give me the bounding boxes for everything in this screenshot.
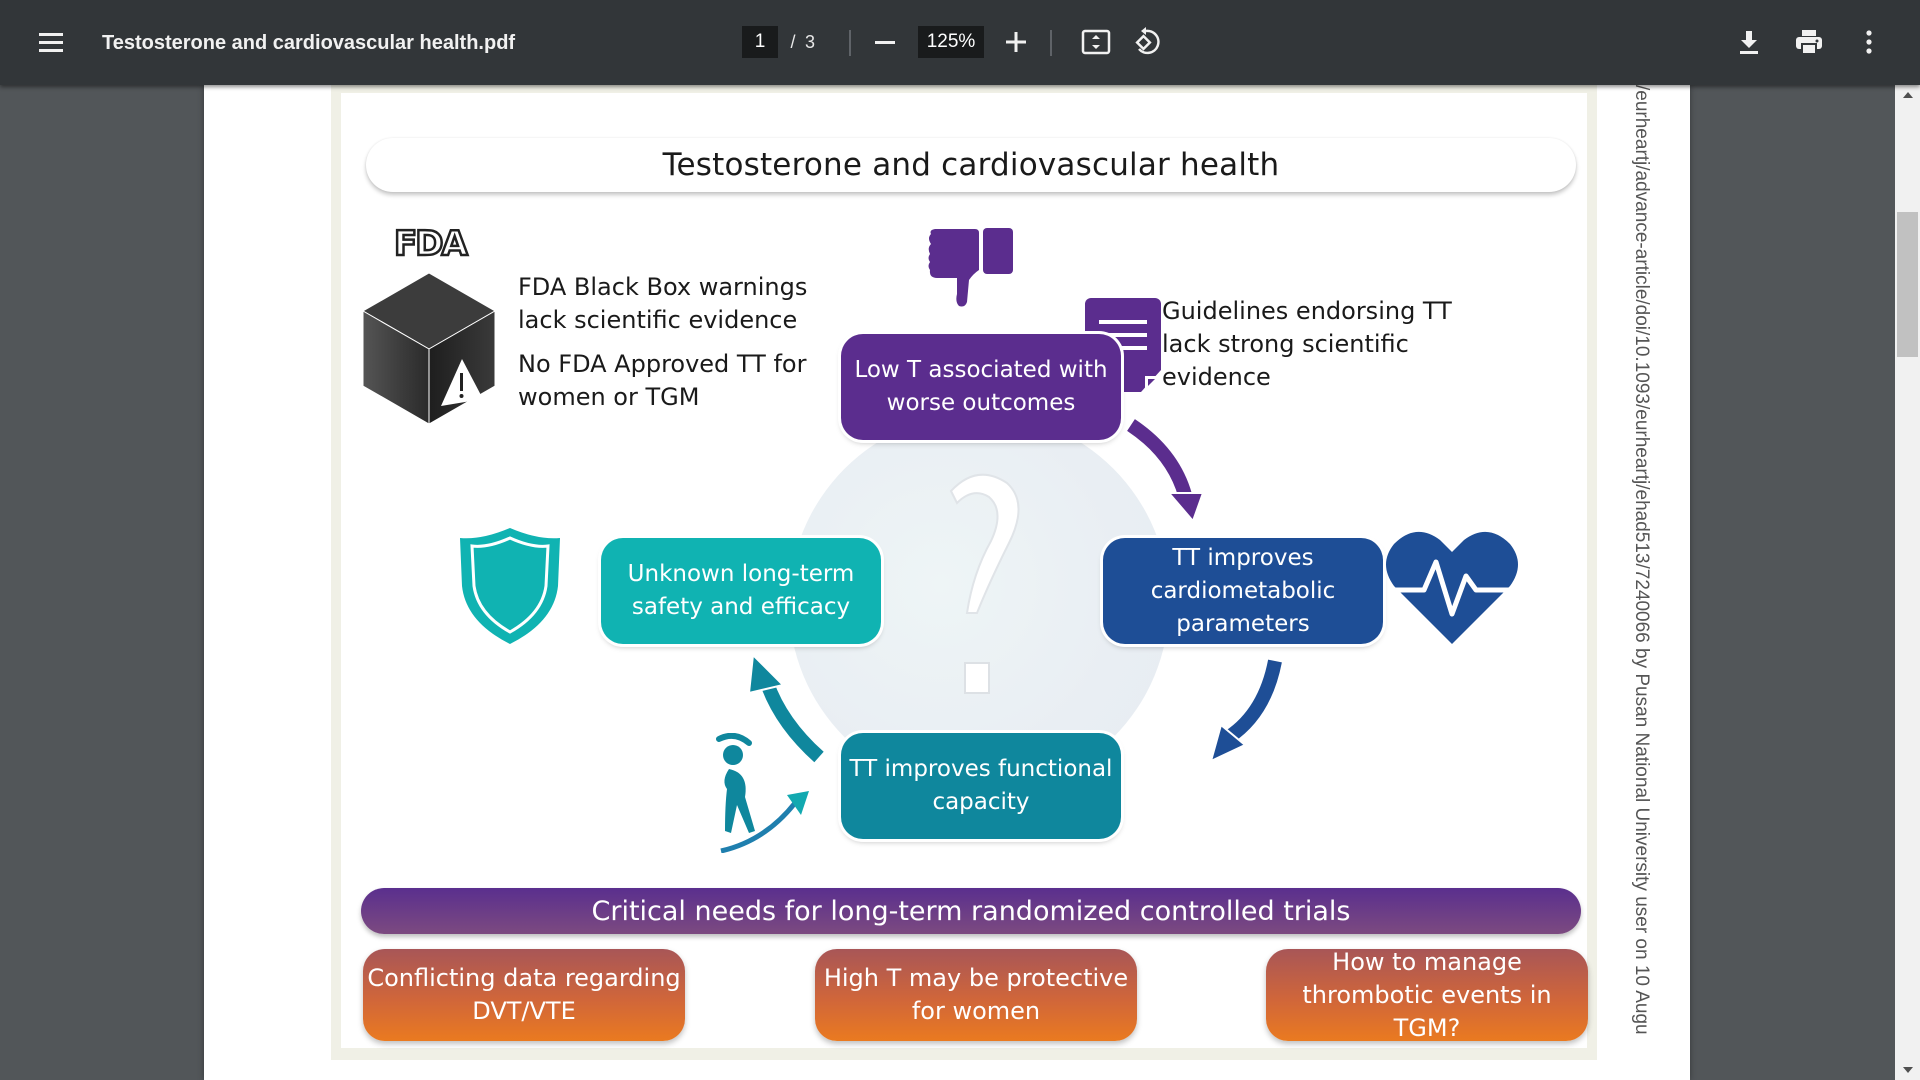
zoom-out-button[interactable] (868, 24, 902, 60)
thumbs-down-icon (928, 228, 1013, 307)
fit-to-page-button[interactable] (1076, 22, 1116, 62)
question-mark-icon (949, 473, 1020, 694)
heart-pulse-icon (1386, 531, 1518, 644)
total-pages: 3 (804, 31, 815, 52)
toolbar-divider (1050, 30, 1052, 56)
page-number-input[interactable]: 1 (742, 26, 778, 58)
fda-no-approved-text: No FDA Approved TT for women or TGM (518, 350, 807, 411)
download-watermark: /eurheartj/advance-article/doi/10.1093/e… (1622, 85, 1662, 1080)
need-box-dvt-vte: Conflicting data regarding DVT/VTE (363, 949, 685, 1041)
triangle-down-icon (1902, 1067, 1913, 1073)
fda-black-box-text: FDA Black Box warnings lack scientific e… (518, 273, 808, 334)
menu-button[interactable] (34, 22, 68, 62)
print-icon (1796, 30, 1822, 55)
print-button[interactable] (1789, 22, 1829, 62)
low-t-outcomes-box: Low T associated with worse outcomes (841, 334, 1121, 440)
black-box-warning-icon (361, 272, 497, 425)
rotate-button[interactable] (1128, 22, 1168, 62)
fda-logo-icon: FDA (394, 223, 472, 259)
zoom-in-button[interactable] (999, 24, 1033, 60)
functional-capacity-box: TT improves functional capacity (841, 733, 1121, 839)
more-vertical-icon (1866, 30, 1872, 54)
scroll-up-button[interactable] (1895, 85, 1920, 105)
fit-to-page-icon (1081, 29, 1111, 55)
scroll-thumb[interactable] (1897, 212, 1918, 357)
central-illustration: Testosterone and cardiovascular health F… (341, 93, 1588, 1048)
more-actions-button[interactable] (1849, 22, 1889, 62)
rct-banner: Critical needs for long-term randomized … (361, 888, 1581, 934)
cardiometabolic-box: TT improves cardiometabolic parameters (1103, 538, 1383, 644)
watermark-text: /eurheartj/advance-article/doi/10.1093/e… (1631, 85, 1652, 1035)
unknown-safety-box: Unknown long-term safety and efficacy (601, 538, 881, 644)
svg-text:FDA: FDA (394, 224, 468, 259)
arrow-cardio-to-functional-icon (1209, 658, 1285, 763)
guidelines-text: Guidelines endorsing TT lack strong scie… (1162, 297, 1452, 391)
figure-frame: Testosterone and cardiovascular health F… (331, 85, 1597, 1060)
minus-icon (875, 40, 895, 44)
exercise-person-icon (716, 733, 809, 853)
infographic-title: Testosterone and cardiovascular health (366, 138, 1576, 192)
need-box-thrombotic-tgm: How to manage thrombotic events in TGM? (1266, 948, 1588, 1042)
pdf-page: Testosterone and cardiovascular health F… (204, 85, 1690, 1080)
scroll-down-button[interactable] (1895, 1060, 1920, 1080)
hamburger-menu-icon (34, 22, 68, 62)
document-title: Testosterone and cardiovascular health.p… (102, 31, 516, 54)
download-icon (1740, 31, 1758, 54)
shield-icon (460, 528, 560, 644)
toolbar-divider (849, 30, 851, 56)
plus-icon (1006, 32, 1026, 52)
need-box-high-t-women: High T may be protective for women (815, 949, 1137, 1041)
arrow-lowt-to-cardio-icon (1125, 416, 1205, 523)
vertical-scrollbar[interactable] (1895, 85, 1920, 1080)
pdf-toolbar: Testosterone and cardiovascular health.p… (0, 0, 1920, 85)
rotate-counterclockwise-icon (1135, 27, 1160, 55)
triangle-up-icon (1902, 92, 1913, 98)
zoom-level-input[interactable]: 125% (918, 26, 984, 58)
download-button[interactable] (1729, 22, 1769, 62)
